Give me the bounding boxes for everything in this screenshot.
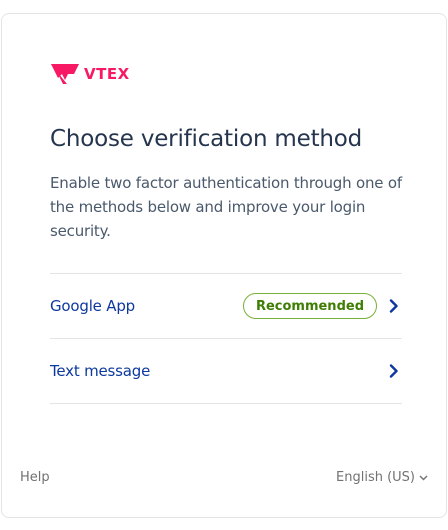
verification-card: VTEX Choose verification method Enable t…	[1, 13, 447, 518]
logo-text: VTEX	[84, 65, 130, 83]
page-description: Enable two factor authentication through…	[50, 174, 402, 240]
method-text-message[interactable]: Text message	[50, 339, 402, 404]
vtex-logo-icon	[51, 64, 79, 84]
method-label: Google App	[50, 297, 135, 315]
language-label: English (US)	[336, 470, 415, 485]
chevron-down-icon	[419, 470, 428, 485]
page-title: Choose verification method	[50, 126, 363, 152]
method-list: Google App Recommended Text message	[50, 273, 402, 404]
chevron-right-icon	[387, 299, 401, 313]
language-selector[interactable]: English (US)	[336, 470, 428, 485]
recommended-badge: Recommended	[242, 293, 377, 319]
method-label: Text message	[50, 362, 151, 380]
vtex-logo: VTEX	[50, 62, 130, 86]
help-link[interactable]: Help	[20, 470, 50, 485]
chevron-right-icon	[387, 364, 401, 378]
method-google-app[interactable]: Google App Recommended	[50, 274, 402, 339]
